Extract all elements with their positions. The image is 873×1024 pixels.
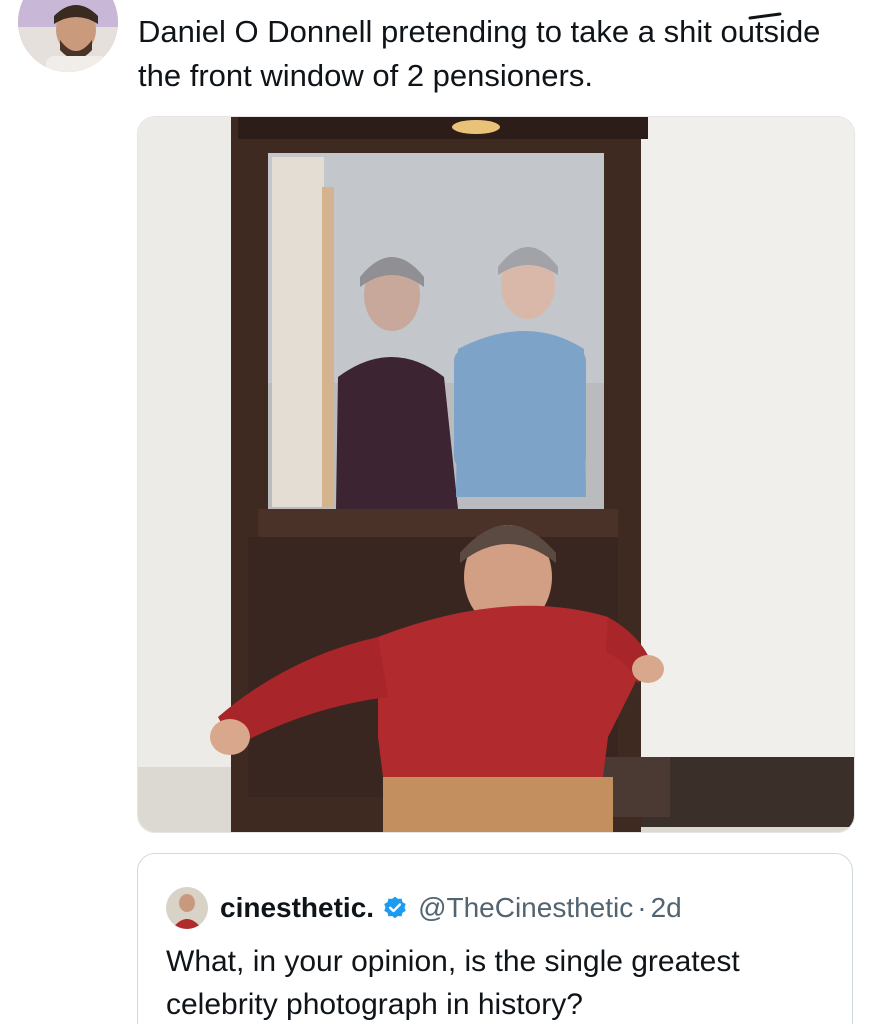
quoted-tweet-header: cinesthetic. @TheCinesthetic · 2d (166, 886, 682, 930)
quoted-user-avatar[interactable] (166, 887, 208, 929)
scribble-mark (748, 12, 782, 20)
quoted-tweet[interactable]: cinesthetic. @TheCinesthetic · 2d What, … (137, 853, 853, 1024)
quoted-timestamp[interactable]: 2d (651, 892, 682, 924)
quoted-tweet-text: What, in your opinion, is the single gre… (166, 945, 740, 1021)
verified-badge-icon (382, 895, 408, 921)
tweet-text: Daniel O Donnell pretending to take a sh… (138, 14, 821, 93)
tweet-image[interactable] (137, 116, 855, 833)
user-avatar[interactable] (18, 0, 118, 72)
tweet[interactable]: Daniel O Donnell pretending to take a sh… (0, 0, 873, 1024)
photo-illustration (138, 117, 854, 832)
quoted-display-name[interactable]: cinesthetic. (220, 892, 374, 924)
quoted-handle[interactable]: @TheCinesthetic (418, 892, 633, 924)
separator-dot: · (637, 892, 647, 923)
